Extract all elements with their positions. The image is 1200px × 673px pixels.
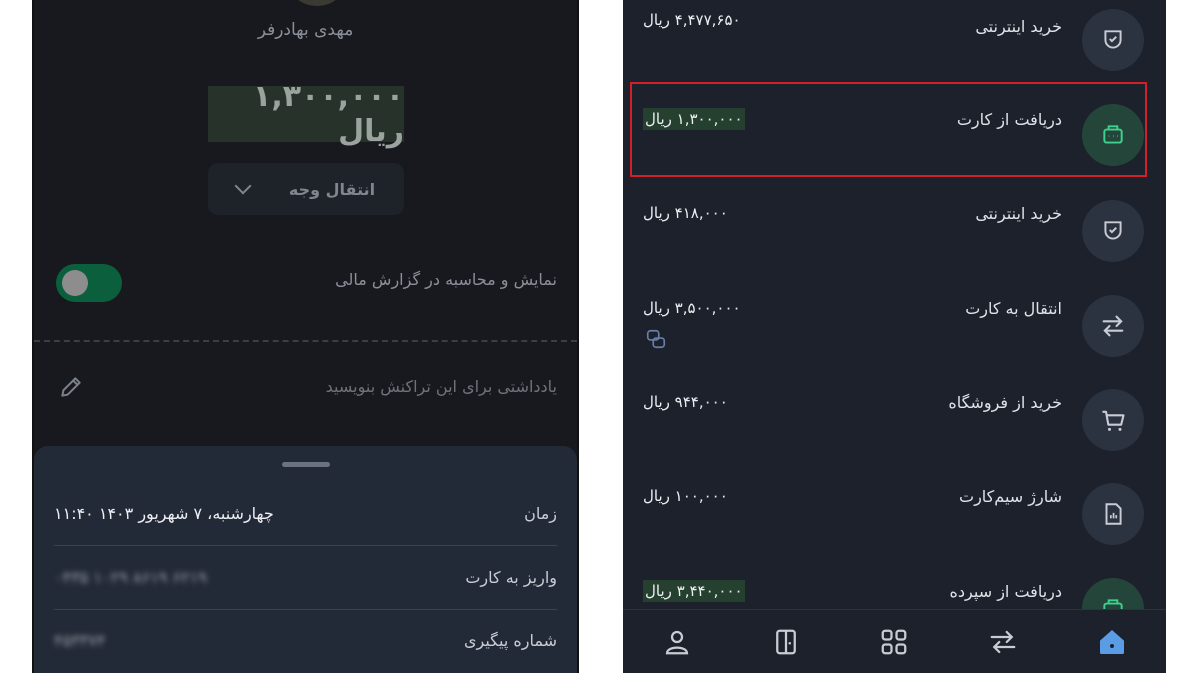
transaction-title: خرید اینترنتی — [975, 17, 1062, 36]
home-icon[interactable] — [1092, 622, 1132, 662]
divider — [34, 340, 577, 342]
sheet-handle[interactable] — [282, 462, 330, 467]
transaction-title: شارژ سیم‌کارت — [959, 487, 1062, 506]
user-name: مهدی بهادرفر — [257, 20, 354, 40]
transaction-amount: ۱۰۰,۰۰۰ ریال — [643, 487, 728, 505]
detail-row-time: زمان چهارشنبه، ۷ شهریور ۱۴۰۳ ۱۱:۴۰ — [54, 482, 557, 546]
detail-row-card: واریز به کارت ۶۲۱۹ ۸۶۱۹ ۱۰۲۹ ۰۴۳۵ — [54, 546, 557, 610]
transaction-amount: ۱,۳۰۰,۰۰۰ ریال — [208, 79, 404, 149]
chevron-down-icon — [234, 177, 252, 195]
transactions-icon[interactable] — [983, 622, 1023, 662]
detail-value: ۶۲۱۹ ۸۶۱۹ ۱۰۲۹ ۰۴۳۵ — [54, 568, 207, 587]
detail-row-tracking: شماره پیگیری ۴۵۳۳۷۴ — [54, 609, 557, 672]
panel-border — [577, 0, 579, 673]
transaction-row[interactable]: خرید از فروشگاه ۹۴۴,۰۰۰ ریال — [623, 375, 1166, 470]
panel-border — [32, 0, 34, 673]
transaction-amount: ۳,۵۰۰,۰۰۰ ریال — [643, 299, 741, 317]
profile-icon[interactable] — [657, 622, 697, 662]
transaction-row[interactable]: خرید اینترنتی ۴,۴۷۷,۶۵۰ ریال — [623, 0, 1166, 90]
detail-label: شماره پیگیری — [463, 631, 557, 650]
detail-label: زمان — [524, 504, 557, 523]
transaction-amount: ۴۱۸,۰۰۰ ریال — [643, 204, 728, 222]
transfer-icon — [1082, 295, 1144, 357]
card-icon[interactable] — [766, 622, 806, 662]
cart-icon — [1082, 389, 1144, 451]
avatar — [292, 0, 342, 6]
shared-transaction-icon — [646, 329, 666, 349]
transfer-money-label: انتقال وجه — [288, 179, 376, 199]
transaction-row[interactable]: انتقال به کارت ۳,۵۰۰,۰۰۰ ریال — [623, 281, 1166, 376]
services-grid-icon[interactable] — [874, 622, 914, 662]
transaction-detail-screen: مهدی بهادرفر ۱,۳۰۰,۰۰۰ ریال انتقال وجه ن… — [34, 0, 577, 673]
transaction-amount: ۹۴۴,۰۰۰ ریال — [643, 393, 728, 411]
transaction-amount: ۴,۴۷۷,۶۵۰ ریال — [643, 11, 741, 29]
financial-report-label: نمایش و محاسبه در گزارش مالی — [335, 270, 557, 289]
internet-icon — [1082, 9, 1144, 71]
detail-value: ۴۵۳۳۷۴ — [54, 631, 106, 650]
transaction-row[interactable]: شارژ سیم‌کارت ۱۰۰,۰۰۰ ریال — [623, 469, 1166, 564]
transfer-money-button[interactable]: انتقال وجه — [208, 163, 404, 215]
pencil-icon[interactable] — [58, 374, 84, 400]
note-input[interactable]: یادداشتی برای این تراکنش بنویسید — [326, 377, 557, 396]
transaction-row[interactable]: خرید اینترنتی ۴۱۸,۰۰۰ ریال — [623, 186, 1166, 281]
transaction-amount: ۳,۴۴۰,۰۰۰ ریال — [643, 580, 745, 602]
toggle-knob — [62, 270, 88, 296]
highlight-box — [630, 82, 1147, 177]
detail-label: واریز به کارت — [465, 568, 557, 587]
transaction-title: دریافت از سپرده — [949, 582, 1062, 601]
internet-icon — [1082, 200, 1144, 262]
details-bottom-sheet: زمان چهارشنبه، ۷ شهریور ۱۴۰۳ ۱۱:۴۰ واریز… — [34, 446, 577, 673]
transaction-title: انتقال به کارت — [965, 299, 1062, 318]
bottom-navigation — [623, 609, 1166, 673]
sim-card-icon — [1082, 483, 1144, 545]
detail-value: چهارشنبه، ۷ شهریور ۱۴۰۳ ۱۱:۴۰ — [54, 504, 274, 523]
financial-report-toggle[interactable] — [56, 264, 122, 302]
transaction-title: خرید از فروشگاه — [948, 393, 1062, 412]
transaction-title: خرید اینترنتی — [975, 204, 1062, 223]
transactions-list-screen: خرید اینترنتی ۴,۴۷۷,۶۵۰ ریال دریافت از ک… — [623, 0, 1166, 673]
